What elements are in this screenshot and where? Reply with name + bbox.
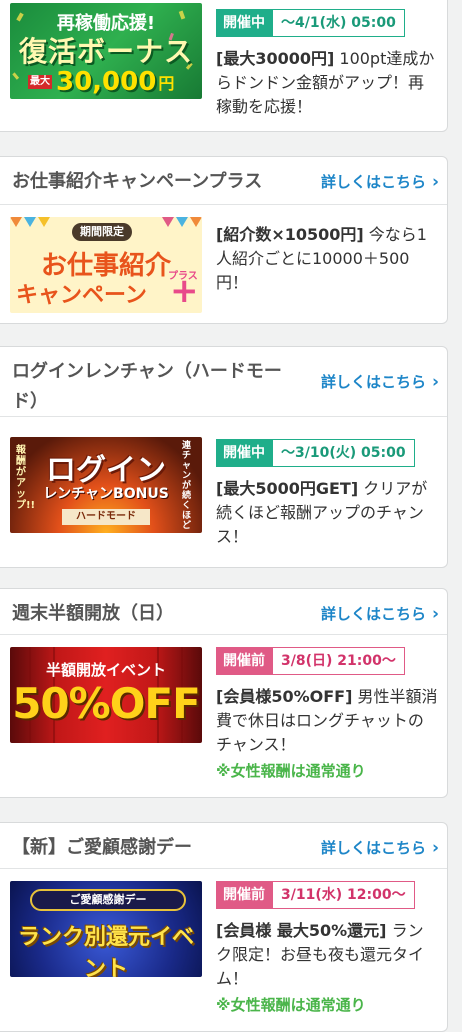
half-banner-line2: 50%OFF: [12, 679, 201, 728]
female-reward-note: ※女性報酬は通常通り: [216, 996, 366, 1014]
campaign-highlight: [会員様50%OFF]: [216, 687, 353, 706]
revival-banner-amount: 30,000: [56, 67, 157, 97]
period-badge: 3/8(日) 21:00～: [272, 647, 405, 675]
campaign-description: [最大30000円] 100pt達成からドンドン金額がアップ！再稼動を応援！: [216, 49, 435, 116]
campaign-highlight: [紹介数×10500円]: [216, 225, 364, 244]
login-banner-sub: レンチャンBONUS: [43, 486, 169, 502]
campaign-highlight: [最大5000円GET]: [216, 479, 359, 498]
chevron-right-icon: ›: [431, 838, 439, 858]
status-badge: 開催前: [216, 881, 272, 909]
referral-campaign-banner[interactable]: 期間限定 お仕事紹介 キャンペーン プラス +: [10, 217, 202, 313]
status-badge: 開催中: [216, 9, 272, 37]
half-price-banner[interactable]: 半額開放イベント 50%OFF: [10, 647, 202, 743]
campaign-description: [会員様50%OFF] 男性半額消費で休日はロングチャットのチャンス！: [216, 687, 438, 754]
revival-bonus-banner[interactable]: 再稼働応援! 復活ボーナス 最大 30,000 円: [10, 3, 202, 99]
appreciation-banner-line1: ご愛顧感謝デー: [30, 889, 186, 911]
campaign-description: [会員様 最大50%還元] ランク限定！お昼も夜も還元タイム！: [216, 921, 425, 988]
period-badge: 3/11(水) 12:00～: [272, 881, 415, 909]
period-badge: ～3/10(火) 05:00: [272, 439, 415, 467]
campaign-card-revival: 再稼働応援! 復活ボーナス 最大 30,000 円 開催中 ～4/1(水) 05…: [0, 0, 448, 132]
card-title: ログインレンチャン（ハードモード）: [12, 361, 282, 412]
chevron-right-icon: ›: [431, 172, 439, 192]
campaign-card-referral: お仕事紹介キャンペーンプラス 詳しくはこちら › 期間限定 お仕事紹介 キャンペー…: [0, 156, 448, 324]
details-link[interactable]: 詳しくはこちら ›: [321, 599, 439, 629]
female-reward-note: ※女性報酬は通常通り: [216, 762, 366, 780]
chevron-right-icon: ›: [431, 604, 439, 624]
campaign-description: [最大5000円GET] クリアが続くほど報酬アップのチャンス！: [216, 479, 428, 546]
details-link[interactable]: 詳しくはこちら ›: [321, 833, 439, 863]
card-header: 週末半額開放（日） 詳しくはこちら ›: [0, 589, 447, 635]
period-badge: ～4/1(水) 05:00: [272, 9, 405, 37]
campaign-description: [紹介数×10500円] 今なら1人紹介ごとに10000＋500円！: [216, 225, 427, 292]
campaign-highlight: [会員様 最大50%還元]: [216, 921, 387, 940]
campaign-card-login-streak: ログインレンチャン（ハードモード） 詳しくはこちら › 報酬がアップ!! 連チャン…: [0, 346, 448, 568]
plus-icon: +: [170, 271, 199, 311]
login-banner-mode: ハードモード: [62, 509, 150, 525]
campaign-highlight: [最大30000円]: [216, 49, 335, 68]
details-link[interactable]: 詳しくはこちら ›: [321, 167, 439, 197]
status-row: 開催中 ～3/10(火) 05:00: [216, 439, 438, 467]
status-badge: 開催前: [216, 647, 272, 675]
status-row: 開催前 3/11(水) 12:00～: [216, 881, 438, 909]
details-link[interactable]: 詳しくはこちら ›: [321, 367, 439, 397]
referral-banner-tag: 期間限定: [72, 223, 132, 241]
referral-banner-line2: キャンペーン: [16, 283, 147, 308]
campaign-card-appreciation-day: 【新】ご愛顧感謝デー 詳しくはこちら › ご愛顧感謝デー ランク別還元イベント 開…: [0, 822, 448, 1032]
chevron-right-icon: ›: [431, 372, 439, 392]
card-header: ログインレンチャン（ハードモード） 詳しくはこちら ›: [0, 347, 447, 417]
status-row: 開催中 ～4/1(水) 05:00: [216, 9, 438, 37]
status-badge: 開催中: [216, 439, 272, 467]
login-streak-banner[interactable]: 報酬がアップ!! 連チャンが続くほど ログイン レンチャンBONUS ハードモー…: [10, 437, 202, 533]
card-title: 週末半額開放（日）: [12, 603, 174, 624]
campaign-card-weekend-half: 週末半額開放（日） 詳しくはこちら › 半額開放イベント 50%OFF 開催前 3…: [0, 588, 448, 798]
card-title: お仕事紹介キャンペーンプラス: [12, 171, 263, 192]
card-header: 【新】ご愛顧感謝デー 詳しくはこちら ›: [0, 823, 447, 869]
revival-banner-unit: 円: [158, 74, 175, 93]
half-banner-line1: 半額開放イベント: [45, 661, 166, 679]
appreciation-day-banner[interactable]: ご愛顧感謝デー ランク別還元イベント: [10, 881, 202, 977]
revival-banner-small: 最大: [28, 75, 52, 89]
revival-banner-line2: 復活ボーナス: [18, 35, 193, 68]
card-header: お仕事紹介キャンペーンプラス 詳しくはこちら ›: [0, 157, 447, 205]
card-title: 【新】ご愛顧感謝デー: [12, 837, 192, 858]
status-row: 開催前 3/8(日) 21:00～: [216, 647, 438, 675]
appreciation-banner-line2: ランク別還元イベント: [17, 925, 194, 977]
